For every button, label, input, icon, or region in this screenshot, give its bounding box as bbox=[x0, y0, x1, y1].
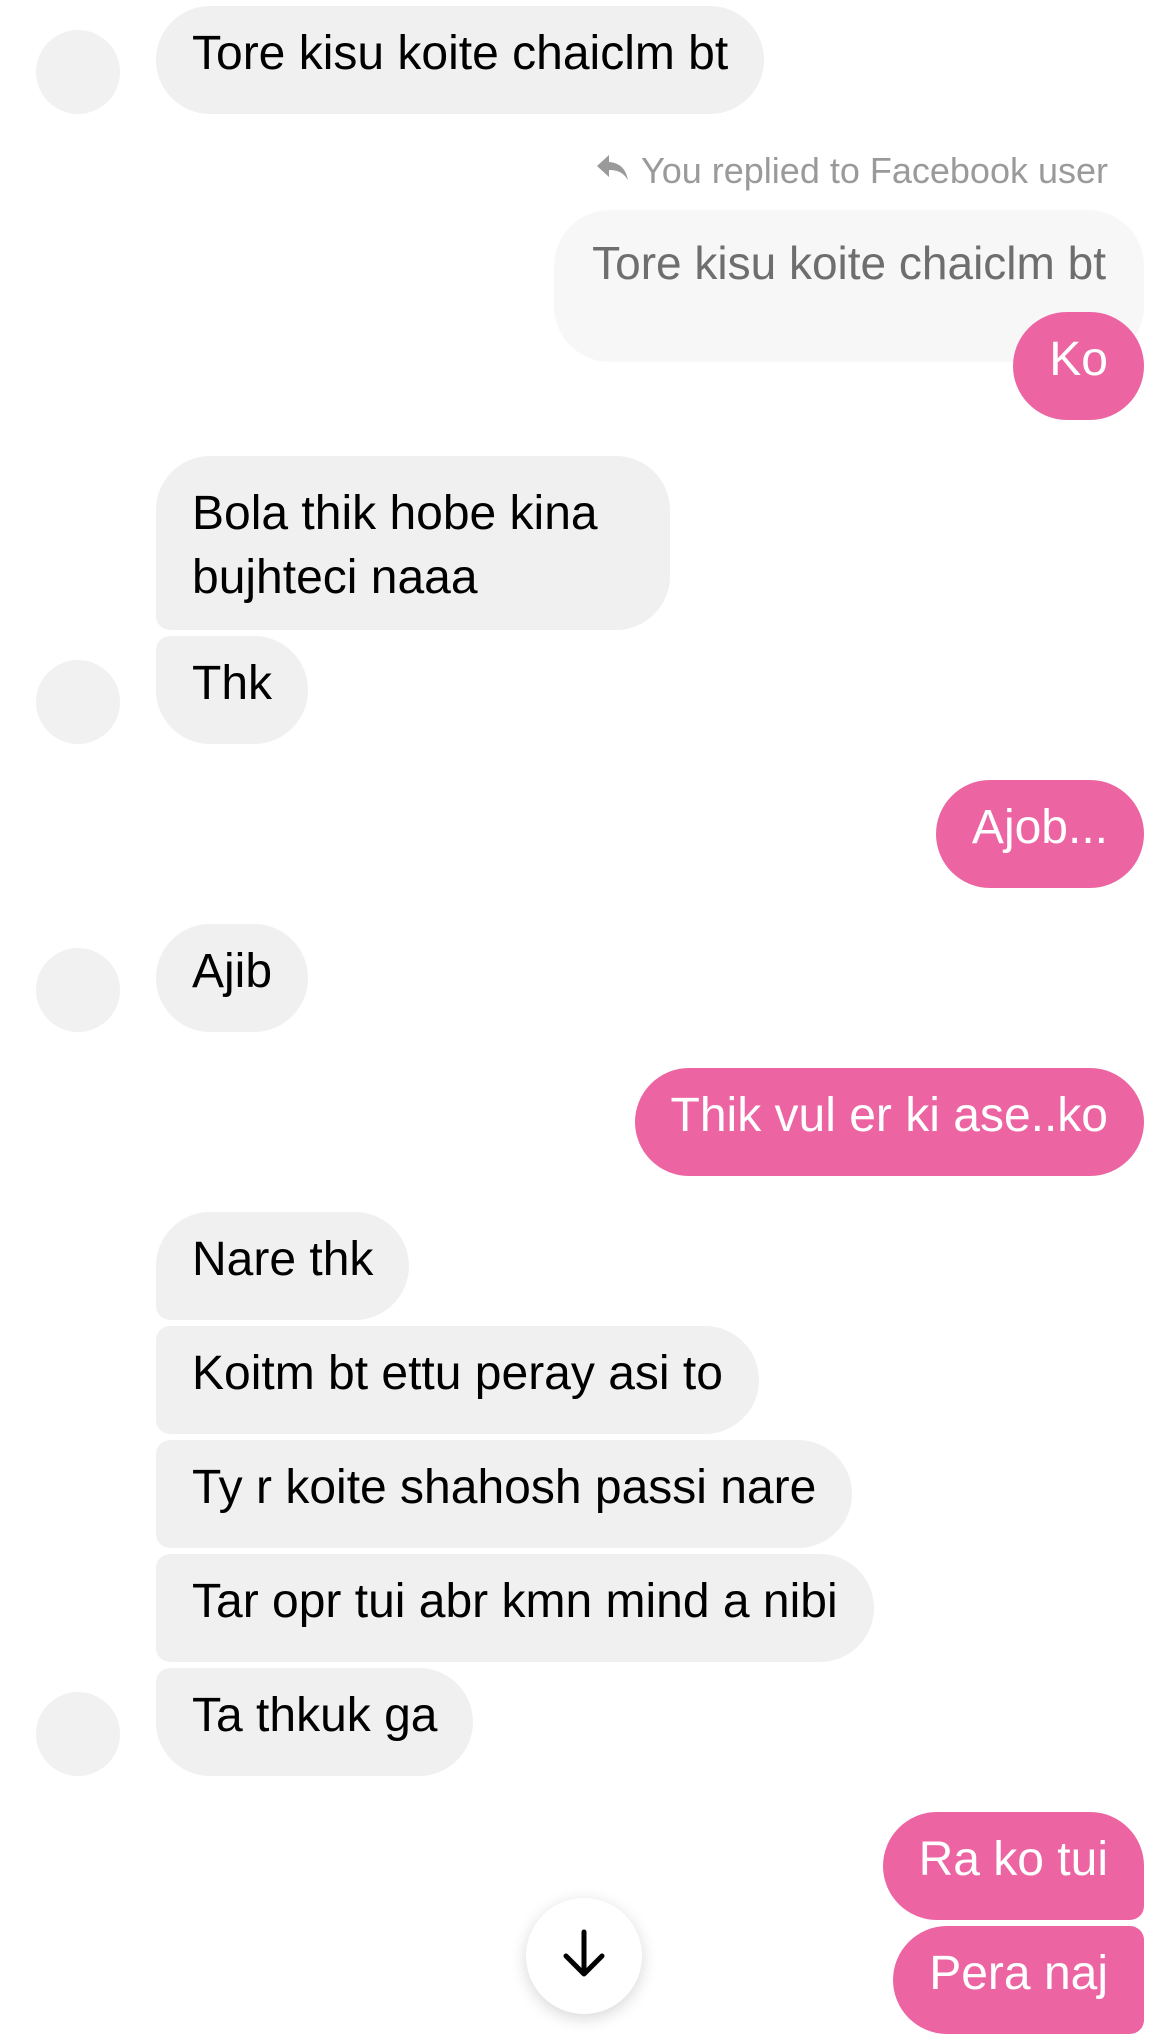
message-text: Ko bbox=[1049, 333, 1108, 386]
chat-thread: Tore kisu koite chaiclm bt You replied t… bbox=[0, 0, 1170, 2042]
message-text: Thk bbox=[192, 657, 273, 710]
message-text: Ajib bbox=[192, 945, 273, 998]
outgoing-message[interactable]: Thik vul er ki ase..ko bbox=[634, 1068, 1144, 1176]
incoming-message[interactable]: Thk bbox=[156, 636, 309, 744]
incoming-message[interactable]: Tore kisu koite chaiclm bt bbox=[156, 6, 765, 114]
message-text: Nare thk bbox=[192, 1233, 374, 1286]
message-text: Ty r koite shahosh passi nare bbox=[192, 1461, 817, 1514]
quoted-text: Tore kisu koite chaiclm bt bbox=[592, 237, 1106, 289]
reply-arrow-icon bbox=[595, 150, 631, 192]
reply-label-text: You replied to Facebook user bbox=[641, 150, 1108, 191]
scroll-to-bottom-button[interactable] bbox=[526, 1898, 642, 2014]
incoming-message[interactable]: Ajib bbox=[156, 924, 309, 1032]
message-text: Tar opr tui abr kmn mind a nibi bbox=[192, 1575, 838, 1628]
incoming-message[interactable]: Ta thkuk ga bbox=[156, 1668, 474, 1776]
message-text: Ra ko tui bbox=[918, 1833, 1108, 1886]
message-text: Ajob... bbox=[971, 801, 1108, 854]
message-text: Bola thik hobe kina bbox=[192, 487, 598, 540]
outgoing-message[interactable]: Pera naj bbox=[893, 1926, 1144, 2034]
outgoing-message[interactable]: Ajob... bbox=[935, 780, 1144, 888]
message-text: bujhteci naaa bbox=[192, 551, 478, 604]
message-text: Pera naj bbox=[929, 1947, 1108, 2000]
avatar[interactable] bbox=[36, 948, 120, 1032]
incoming-message[interactable]: Bola thik hobe kina bujhteci naaa bbox=[156, 456, 670, 630]
avatar[interactable] bbox=[36, 660, 120, 744]
message-text: Koitm bt ettu peray asi to bbox=[192, 1347, 723, 1400]
avatar[interactable] bbox=[36, 30, 120, 114]
incoming-message[interactable]: Ty r koite shahosh passi nare bbox=[156, 1440, 853, 1548]
arrow-down-icon bbox=[560, 1928, 608, 1985]
message-text: Ta thkuk ga bbox=[192, 1689, 438, 1742]
outgoing-message[interactable]: Ra ko tui bbox=[882, 1812, 1144, 1920]
incoming-message[interactable]: Nare thk bbox=[156, 1212, 410, 1320]
incoming-message[interactable]: Koitm bt ettu peray asi to bbox=[156, 1326, 759, 1434]
reply-context-label: You replied to Facebook user bbox=[595, 150, 1108, 192]
message-text: Tore kisu koite chaiclm bt bbox=[192, 27, 729, 80]
incoming-message[interactable]: Tar opr tui abr kmn mind a nibi bbox=[156, 1554, 874, 1662]
outgoing-message[interactable]: Ko bbox=[1013, 312, 1144, 420]
message-text: Thik vul er ki ase..ko bbox=[670, 1089, 1108, 1142]
avatar[interactable] bbox=[36, 1692, 120, 1776]
